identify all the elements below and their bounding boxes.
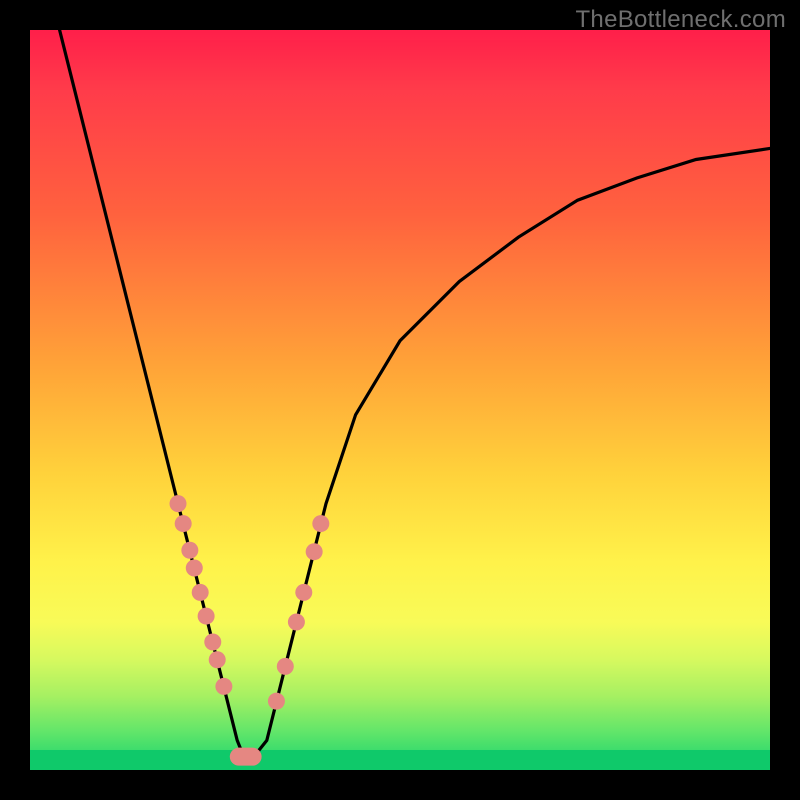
left-arm-markers [170, 495, 233, 695]
data-marker [192, 584, 209, 601]
data-marker [288, 614, 305, 631]
bottleneck-curve [60, 30, 770, 759]
data-marker [209, 651, 226, 668]
data-marker [198, 608, 215, 625]
data-marker [204, 633, 221, 650]
data-marker [170, 495, 187, 512]
chart-overlay [30, 30, 770, 770]
data-marker [268, 693, 285, 710]
data-marker [215, 678, 232, 695]
data-marker [186, 559, 203, 576]
data-marker [175, 515, 192, 532]
plot-area [30, 30, 770, 770]
optimal-point-marker [230, 748, 262, 766]
data-marker [295, 584, 312, 601]
watermark-text: TheBottleneck.com [575, 6, 786, 34]
chart-frame: TheBottleneck.com [0, 0, 800, 800]
data-marker [306, 543, 323, 560]
data-marker [181, 542, 198, 559]
data-marker [312, 515, 329, 532]
data-marker [277, 658, 294, 675]
optimal-pill [230, 748, 262, 766]
